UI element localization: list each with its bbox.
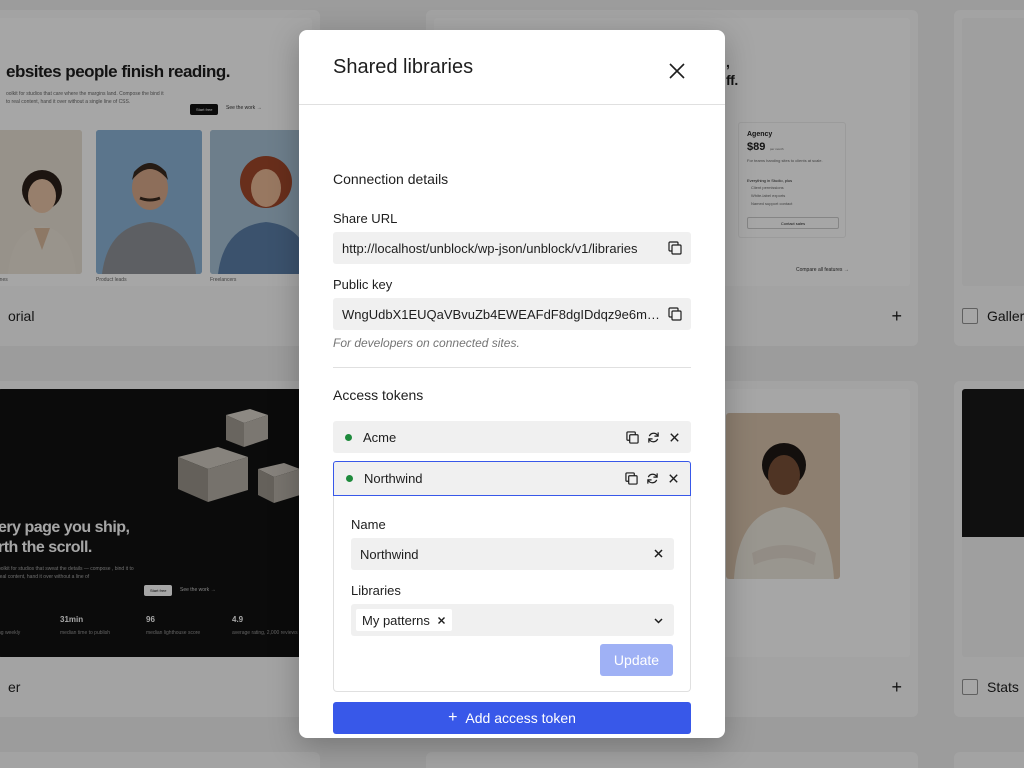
refresh-icon[interactable] [646, 472, 659, 485]
status-dot [345, 433, 352, 441]
update-button[interactable]: Update [600, 644, 673, 676]
public-key-value: WngUdbX1EUQaVBvuZb4EWEAFdF8dgIDdqz9e6mKv… [342, 306, 661, 322]
close-button[interactable] [667, 61, 687, 81]
token-actions [625, 462, 680, 495]
public-key-field[interactable]: WngUdbX1EUQaVBvuZb4EWEAFdF8dgIDdqz9e6mKv… [333, 298, 691, 330]
add-access-token-label: Add access token [465, 710, 576, 726]
remove-icon[interactable] [668, 431, 681, 444]
public-key-label: Public key [333, 277, 393, 292]
modal-header: Shared libraries [299, 30, 725, 105]
libraries-select[interactable]: My patterns [351, 604, 674, 636]
clear-icon[interactable] [653, 548, 664, 559]
token-name-value: Northwind [360, 546, 419, 562]
connection-details-heading: Connection details [333, 171, 449, 187]
token-edit-panel: Name Northwind Libraries My patterns Upd… [333, 496, 691, 692]
share-url-value: http://localhost/unblock/wp-json/unblock… [342, 240, 638, 256]
add-access-token-button[interactable]: + Add access token [333, 702, 691, 734]
plus-icon: + [448, 709, 458, 726]
token-row-acme[interactable]: Acme [333, 421, 691, 453]
chevron-down-icon[interactable] [653, 615, 664, 626]
help-text: For developers on connected sites. [333, 336, 520, 350]
library-chip: My patterns [356, 609, 452, 631]
remove-chip-icon[interactable] [437, 616, 446, 625]
share-url-field[interactable]: http://localhost/unblock/wp-json/unblock… [333, 232, 691, 264]
name-label: Name [351, 517, 386, 532]
token-actions [626, 421, 681, 453]
token-name: Acme [363, 429, 397, 445]
copy-icon[interactable] [668, 307, 682, 321]
share-url-label: Share URL [333, 211, 398, 226]
modal-title: Shared libraries [333, 55, 474, 78]
copy-icon[interactable] [668, 241, 682, 255]
library-chip-label: My patterns [362, 612, 430, 628]
status-dot [346, 475, 353, 482]
remove-icon[interactable] [667, 472, 680, 485]
shared-libraries-modal: Shared libraries Connection details Shar… [299, 30, 725, 738]
token-name-input[interactable]: Northwind [351, 538, 674, 570]
token-row-northwind[interactable]: Northwind [333, 461, 691, 496]
refresh-icon[interactable] [647, 431, 660, 444]
section-divider [333, 367, 691, 368]
copy-icon[interactable] [625, 472, 638, 485]
libraries-label: Libraries [351, 583, 401, 598]
close-icon [669, 63, 685, 79]
copy-icon[interactable] [626, 430, 639, 444]
access-tokens-heading: Access tokens [333, 387, 424, 403]
token-name: Northwind [364, 471, 423, 486]
